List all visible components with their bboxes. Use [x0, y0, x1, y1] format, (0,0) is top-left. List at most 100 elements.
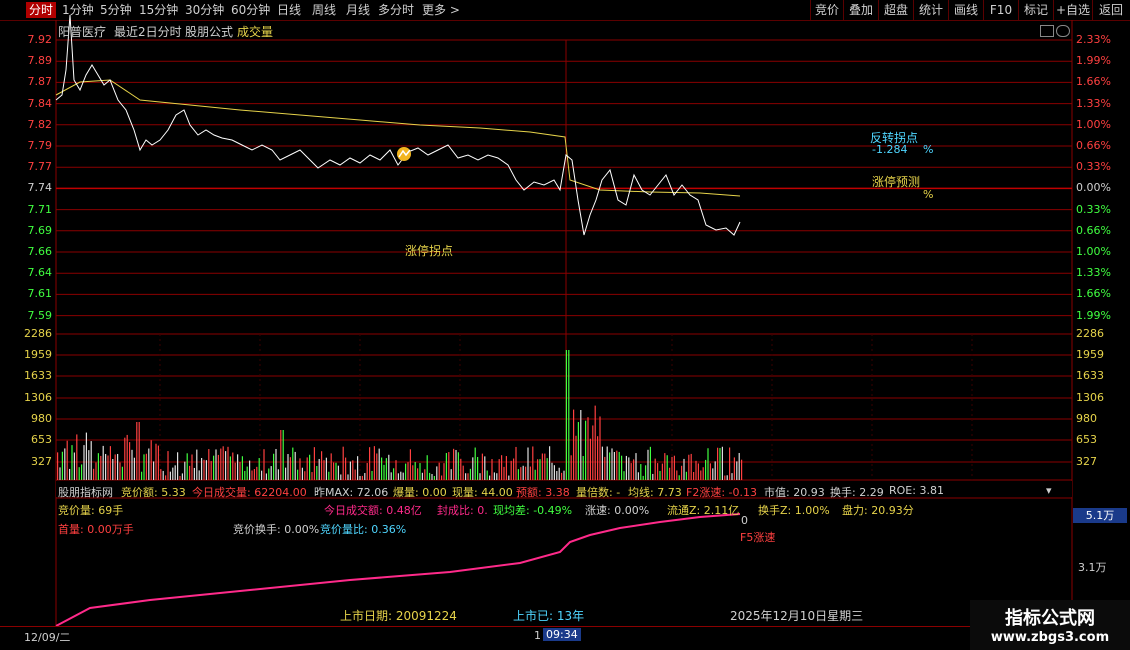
- current-date: 2025年12月10日星期三: [730, 609, 864, 623]
- volume-bar: [237, 454, 239, 480]
- volume-tick: 653: [31, 433, 52, 446]
- cursor-time[interactable]: 09:34: [543, 628, 581, 641]
- volume-bar: [709, 463, 711, 480]
- watermark-title: 指标公式网: [1005, 608, 1095, 629]
- volume-bar: [117, 453, 119, 480]
- volume-bar: [196, 449, 198, 480]
- volume-bar: [227, 446, 229, 480]
- volume-bar: [76, 434, 78, 480]
- limit-turn-label: 涨停拐点: [405, 244, 454, 258]
- volume-bar: [625, 455, 627, 480]
- volume-bar: [292, 447, 294, 480]
- volume-bar: [678, 475, 680, 480]
- volume-bar: [407, 462, 409, 480]
- volume-bar: [419, 463, 421, 480]
- volume-bar: [733, 457, 735, 480]
- volume-bar: [573, 409, 575, 480]
- minimize-icon[interactable]: [1040, 25, 1054, 37]
- volume-bar: [210, 461, 212, 480]
- volume-bar: [390, 472, 392, 480]
- volume-bar: [534, 469, 536, 480]
- volume-bar: [177, 452, 179, 480]
- percent-tick: 1.66%: [1076, 287, 1111, 301]
- volume-bar: [71, 445, 73, 480]
- float-shares: 流通Z: 2.11亿: [667, 504, 740, 517]
- volume-bar: [378, 448, 380, 480]
- volume-bar: [736, 461, 738, 480]
- volume-tick: 327: [31, 455, 52, 468]
- volume-bar: [371, 470, 373, 480]
- volume-bar: [282, 430, 284, 480]
- average-price-line: [55, 79, 741, 197]
- percent-tick: 2.33%: [1076, 33, 1111, 46]
- price-avg-diff: 现均差: -0.49%: [493, 504, 573, 517]
- price-tick: 7.74: [27, 181, 53, 195]
- volume-bar: [570, 455, 572, 480]
- volume-bar: [618, 451, 620, 480]
- volume-bar: [304, 471, 306, 480]
- grid: [55, 20, 1073, 626]
- volume-bar: [244, 470, 246, 480]
- volume-bar: [402, 472, 404, 480]
- volume-bar: [529, 466, 531, 480]
- volume-bar: [381, 457, 383, 480]
- volume-bar: [352, 460, 354, 480]
- circle-icon[interactable]: [1056, 25, 1070, 37]
- expected-amount: 预额: 3.38: [516, 486, 570, 499]
- volume-bar: [520, 467, 522, 480]
- volume-tick: 1306: [24, 391, 52, 404]
- volume-bar: [597, 436, 599, 480]
- volume-bar: [544, 453, 546, 480]
- volume-bar: [637, 472, 639, 480]
- volume-bar: [630, 463, 632, 480]
- volume-bar: [649, 446, 651, 480]
- speed: 涨速: 0.00%: [585, 504, 650, 517]
- volume-bar: [462, 465, 464, 480]
- volume-bar: [474, 447, 476, 480]
- volume-bar: [652, 473, 654, 480]
- volume-bar: [472, 457, 474, 480]
- volume-bar: [510, 460, 512, 480]
- volume-bar: [635, 453, 637, 480]
- volume-bar: [621, 455, 623, 480]
- price-tick: 7.79: [27, 139, 53, 152]
- volume-tick: 1959: [24, 348, 52, 361]
- mode-label: 最近2日分时: [114, 25, 182, 39]
- volume-bar: [693, 471, 695, 480]
- volume-bar: [522, 465, 524, 480]
- volume-bar: [383, 464, 385, 480]
- percent-tick: 1.33%: [1076, 266, 1111, 280]
- volume-tick: 327: [1076, 455, 1097, 468]
- volume-bar: [217, 454, 219, 480]
- volume-tick: 1959: [1076, 348, 1104, 361]
- dropdown-icon[interactable]: ▾: [1046, 484, 1052, 497]
- turnover: 换手: 2.29: [830, 486, 884, 499]
- volume-bar: [153, 461, 155, 480]
- volume-bar: [328, 471, 330, 480]
- volume-bar: [162, 470, 164, 480]
- volume-bar: [85, 432, 87, 480]
- volume-bar: [721, 446, 723, 480]
- volume-bar: [527, 447, 529, 480]
- percent-tick: 1.33%: [1076, 96, 1111, 110]
- volume-bar: [265, 473, 267, 480]
- volume-bar: [700, 470, 702, 480]
- volume-bar: [695, 460, 697, 480]
- volume-bar: [330, 453, 332, 480]
- price-tick: 7.69: [27, 223, 53, 237]
- volume-bar: [412, 465, 414, 480]
- volume-bar: [688, 454, 690, 480]
- volume-bar: [155, 443, 157, 480]
- volume-bar: [606, 446, 608, 480]
- watermark: 指标公式网 www.zbgs3.com: [970, 600, 1130, 650]
- volume-bar: [340, 474, 342, 480]
- volume-bar: [234, 462, 236, 480]
- volume-bar: [592, 425, 594, 480]
- volume-bar: [393, 468, 395, 480]
- volume-bar: [707, 448, 709, 480]
- volume-bar: [537, 459, 539, 480]
- volume-bar: [306, 457, 308, 480]
- volume-bar: [66, 440, 68, 480]
- volume-bar: [313, 447, 315, 480]
- volume-bar: [148, 448, 150, 480]
